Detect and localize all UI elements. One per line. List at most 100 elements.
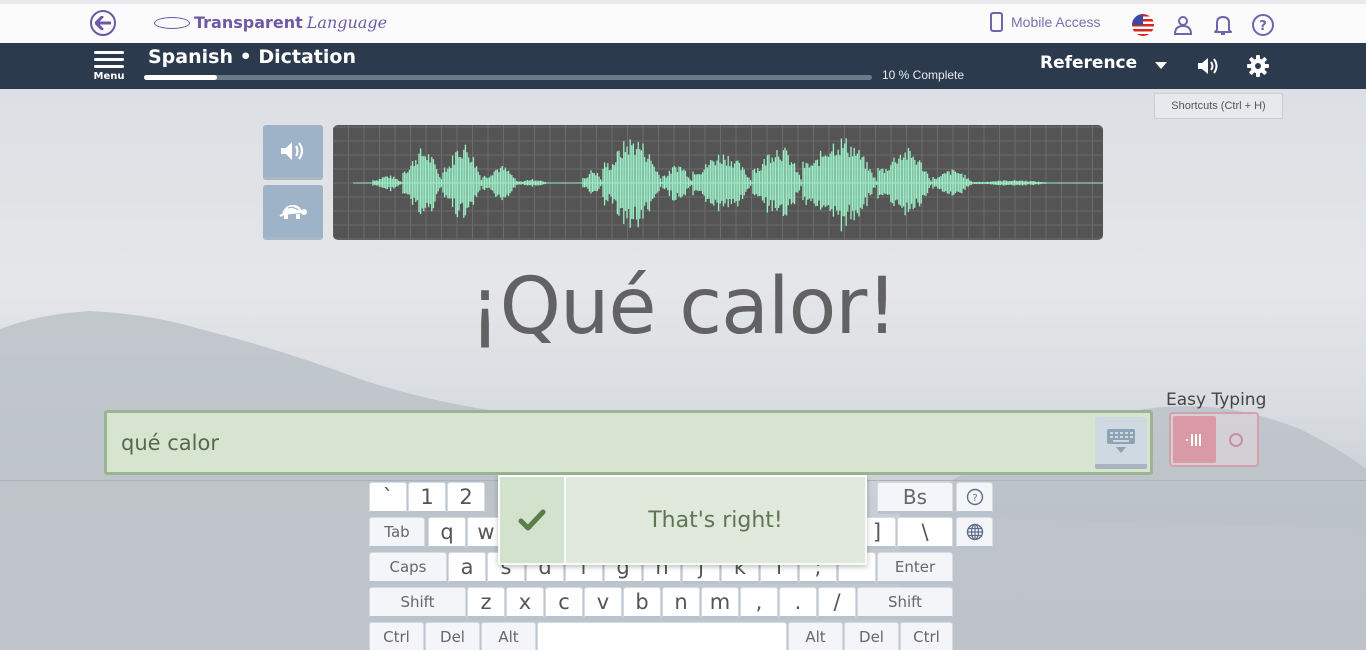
key-enter[interactable]: Enter [877,552,953,584]
key-label: x [518,590,532,614]
key-shift[interactable]: Shift [857,587,953,619]
reference-dropdown[interactable]: Reference [1040,53,1168,73]
key-shift[interactable]: Shift [369,587,466,619]
progress-bar [144,75,872,80]
key-b[interactable]: b [623,587,661,619]
key-tab[interactable]: Tab [369,517,425,549]
volume-button[interactable] [1195,53,1221,79]
reference-label: Reference [1040,53,1138,73]
caret-down-icon [1155,61,1168,69]
keyboard-icon [1107,428,1135,453]
key-c96[interactable]: ` [369,482,407,514]
menu-button[interactable]: Menu [92,51,126,82]
settings-button[interactable] [1245,53,1271,79]
key-label: . [794,590,802,614]
progress-label: 10 % Complete [882,68,965,82]
brand-logo[interactable]: Transparent Language [154,13,387,32]
phone-icon [990,12,1003,32]
svg-text:?: ? [972,493,977,504]
logo-bubble-icon [154,16,190,29]
bell-icon [1214,16,1232,35]
key-2[interactable]: 2 [447,482,485,514]
key-a[interactable]: a [448,552,486,584]
toggle-on-icon [1185,433,1201,446]
feedback-message: That's right! [648,507,783,533]
key-label: \ [921,520,929,544]
key-alt[interactable]: Alt [481,622,536,650]
key-del[interactable]: Del [844,622,899,650]
help-icon: ? [1252,14,1274,36]
key-bs[interactable]: Bs [877,482,953,514]
key-label: Del [440,628,465,646]
key-q[interactable]: q [428,517,466,549]
key-globe[interactable] [956,517,993,549]
key-label: Tab [384,523,410,541]
slow-audio-button[interactable] [263,185,323,240]
key-label: Shift [887,593,923,611]
key-n[interactable]: n [662,587,700,619]
key-label: ] [872,520,882,544]
globe-icon [966,523,983,541]
easy-typing-on-knob [1173,416,1216,463]
key-ctrl[interactable]: Ctrl [900,622,953,650]
toggle-off-icon [1229,433,1243,447]
mobile-access-link[interactable]: Mobile Access [990,12,1100,32]
top-bar: Transparent Language Mobile Access ? [0,0,1366,43]
answer-input[interactable] [121,413,1081,472]
progress-fill [144,75,217,80]
turtle-icon [279,205,307,219]
answer-field [104,410,1153,475]
notifications-button[interactable] [1210,12,1236,38]
key-label: z [480,590,492,614]
feedback-icon-panel [500,477,566,563]
key-c[interactable]: c [545,587,583,619]
key-v[interactable]: v [584,587,622,619]
key-c92[interactable]: \ [897,517,953,549]
key-c47[interactable]: / [818,587,856,619]
key-label: q [440,520,454,544]
key-label: Bs [902,485,928,509]
easy-typing-toggle[interactable] [1169,412,1259,467]
key-m[interactable]: m [701,587,739,619]
back-button[interactable] [90,10,116,36]
play-audio-button[interactable] [263,125,323,180]
menu-label: Menu [93,71,125,82]
activity-title: Spanish • Dictation [148,46,356,68]
key-space[interactable] [537,622,787,650]
key-caps[interactable]: Caps [369,552,447,584]
audio-waveform[interactable] [333,125,1103,240]
hamburger-icon [92,51,126,68]
volume-icon [1198,58,1218,74]
key-label: Ctrl [913,628,940,646]
key-c46[interactable]: . [779,587,817,619]
user-icon [1173,16,1193,35]
key-label: Shift [400,593,435,611]
key-label: ` [382,485,394,509]
key-label: Alt [498,628,519,646]
user-button[interactable] [1170,12,1196,38]
key-label: b [635,590,649,614]
key-z[interactable]: z [467,587,505,619]
key-help[interactable]: ? [956,482,993,514]
key-alt[interactable]: Alt [788,622,843,650]
key-del[interactable]: Del [425,622,480,650]
svg-text:?: ? [1259,19,1267,34]
feedback-toast: That's right! [498,475,867,565]
language-flag-button[interactable] [1130,12,1156,38]
key-label: Alt [805,628,826,646]
keyboard-toggle-button[interactable] [1095,417,1147,469]
key-label: n [674,590,688,614]
help-button[interactable]: ? [1250,12,1276,38]
us-flag-icon [1132,14,1154,36]
easy-typing-label: Easy Typing [1166,390,1267,410]
brand-name-bold: Transparent [194,13,303,32]
key-x[interactable]: x [506,587,544,619]
checkmark-icon [518,509,546,531]
key-label: Ctrl [383,628,410,646]
target-phrase: ¡Qué calor! [469,262,897,352]
key-ctrl[interactable]: Ctrl [369,622,424,650]
key-label: 2 [459,485,473,509]
key-c44[interactable]: , [740,587,778,619]
key-1[interactable]: 1 [408,482,446,514]
key-label: Caps [389,558,427,576]
